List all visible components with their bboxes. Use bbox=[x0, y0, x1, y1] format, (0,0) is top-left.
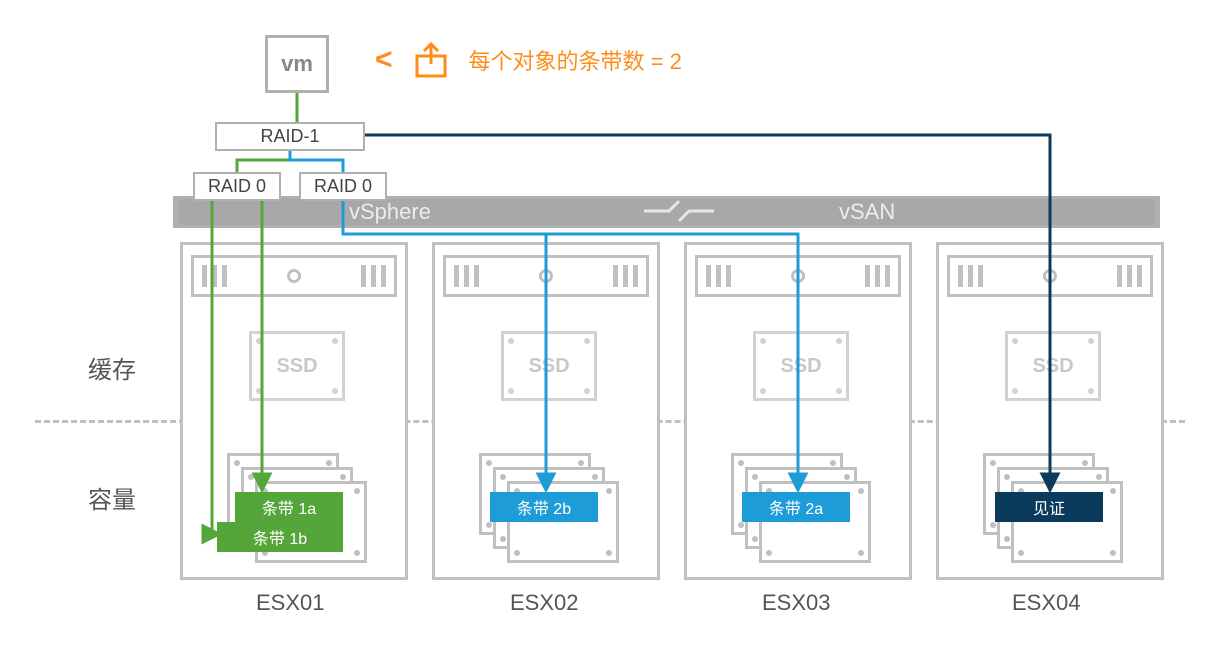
raid0-right-label: RAID 0 bbox=[314, 176, 372, 196]
ssd-label: SSD bbox=[528, 355, 569, 378]
banner-vsan: vSAN bbox=[839, 199, 895, 225]
ssd-label: SSD bbox=[1032, 355, 1073, 378]
ssd-label: SSD bbox=[276, 355, 317, 378]
stripe-2a-badge: 条带 2a bbox=[742, 492, 850, 522]
host-esx02: SSD bbox=[432, 242, 660, 580]
host-esx03: SSD bbox=[684, 242, 912, 580]
host-label-1: ESX01 bbox=[256, 590, 325, 616]
ssd-cache: SSD bbox=[1005, 331, 1101, 401]
capacity-row-label: 容量 bbox=[88, 480, 136, 515]
ssd-cache: SSD bbox=[753, 331, 849, 401]
host-header bbox=[947, 255, 1153, 297]
raid1-label: RAID-1 bbox=[260, 126, 319, 146]
host-header bbox=[695, 255, 901, 297]
annotation-arrow-icon: < bbox=[375, 43, 393, 77]
vm-label: vm bbox=[281, 51, 313, 77]
host-label-4: ESX04 bbox=[1012, 590, 1081, 616]
vm-box: vm bbox=[265, 35, 329, 93]
raid1-box: RAID-1 bbox=[215, 122, 365, 151]
annotation-text: 每个对象的条带数 = 2 bbox=[469, 44, 682, 76]
cache-row-label: 缓存 bbox=[88, 350, 136, 385]
raid0-right-box: RAID 0 bbox=[299, 172, 387, 201]
share-icon bbox=[411, 40, 451, 80]
ssd-cache: SSD bbox=[501, 331, 597, 401]
banner-link-icon bbox=[639, 197, 719, 227]
host-label-3: ESX03 bbox=[762, 590, 831, 616]
witness-badge: 见证 bbox=[995, 492, 1103, 522]
host-esx04: SSD bbox=[936, 242, 1164, 580]
raid0-left-box: RAID 0 bbox=[193, 172, 281, 201]
stripe-1a-badge: 条带 1a bbox=[235, 492, 343, 522]
stripe-2b-badge: 条带 2b bbox=[490, 492, 598, 522]
banner-vsphere: vSphere bbox=[349, 199, 431, 225]
stripe-annotation: < 每个对象的条带数 = 2 bbox=[375, 40, 682, 80]
host-label-2: ESX02 bbox=[510, 590, 579, 616]
host-header bbox=[443, 255, 649, 297]
host-header bbox=[191, 255, 397, 297]
stripe-1b-badge: 条带 1b bbox=[217, 522, 343, 552]
raid0-left-label: RAID 0 bbox=[208, 176, 266, 196]
diagram-stage: vm < 每个对象的条带数 = 2 RAID-1 RAID 0 RAID 0 v… bbox=[0, 0, 1224, 652]
ssd-label: SSD bbox=[780, 355, 821, 378]
ssd-cache: SSD bbox=[249, 331, 345, 401]
